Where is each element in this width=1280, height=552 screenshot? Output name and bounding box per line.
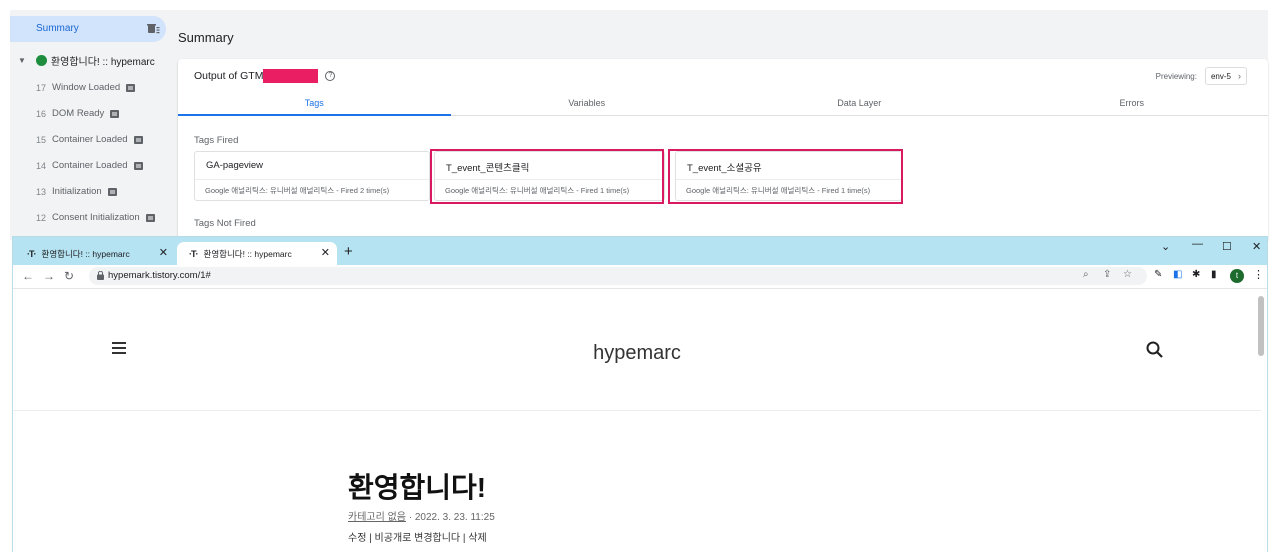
sidebar-item-number: 14 [36,160,47,171]
sidebar-item-label: Container Loaded [52,134,128,145]
browser-tab-title: 환영합니다! :: hypemarc [41,248,130,259]
sidebar-item-label: DOM Ready [52,108,105,119]
post-category-link[interactable]: 카테고리 없음 [348,512,406,523]
sidebar-item-window-loaded[interactable]: 17 Window Loaded [36,82,136,93]
output-header: Output of GTM ? [194,69,336,83]
page-content: hypemarc 환영합니다! 카테고리 없음 · 2022. 3. 23. 1… [13,290,1267,552]
browser-titlebar: ·T· 환영합니다! :: hypemarc ✕ ·T· 환영합니다! :: h… [13,237,1267,265]
gtm-sidebar: Summary ▼ 환영합니다! :: hypemarc 17 Window L… [10,10,170,240]
sidebar-item-number: 13 [36,186,47,197]
post-date: · 2022. 3. 23. 11:25 [408,512,495,523]
tag-assistant-icon[interactable]: ◧ [1173,269,1182,280]
share-icon[interactable]: ⇪ [1103,269,1111,280]
maximize-icon[interactable]: ☐ [1222,240,1232,253]
minimize-icon[interactable]: — [1192,238,1203,250]
sidebar-item-container-loaded[interactable]: 15 Container Loaded [36,134,143,145]
caret-down-icon[interactable]: ▼ [18,56,26,65]
clear-list-icon[interactable] [146,22,160,36]
screen: Summary ▼ 환영합니다! :: hypemarc 17 Window L… [0,0,1280,552]
tab-variables[interactable]: Variables [451,92,724,115]
previewing-environment: Previewing: env-5 › [1156,67,1247,85]
sidebar-item-number: 12 [36,212,47,223]
close-window-icon[interactable]: ✕ [1252,240,1261,253]
close-tab-icon[interactable]: ✕ [321,246,330,259]
forward-icon[interactable]: → [43,269,55,283]
highlight-box [668,149,903,204]
tistory-favicon-icon: ·T· [27,248,36,259]
tab-errors[interactable]: Errors [996,92,1269,115]
tag-name: GA-pageview [206,160,264,171]
extension-icon[interactable]: ✎ [1154,269,1162,280]
url-text: hypemark.tistory.com/1# [108,270,211,281]
tags-not-fired-heading: Tags Not Fired [194,218,256,229]
output-card: Output of GTM ? Previewing: env-5 › Tags… [178,59,1268,240]
sidebar-item-number: 15 [36,134,47,145]
sidebar-item-number: 17 [36,82,47,93]
event-badge-icon [133,161,143,170]
tag-card-ga-pageview[interactable]: GA-pageview Google 애널리틱스: 유니버설 애널리틱스 - F… [194,151,430,201]
tag-description: Google 애널리틱스: 유니버설 애널리틱스 - Fired 2 time(… [195,179,429,196]
event-badge-icon [126,83,136,92]
tab-tags[interactable]: Tags [178,92,451,116]
redacted-container-id [263,69,319,83]
browser-window: ·T· 환영합니다! :: hypemarc ✕ ·T· 환영합니다! :: h… [12,236,1268,552]
browser-tab[interactable]: ·T· 환영합니다! :: hypemarc ✕ [15,242,175,265]
search-icon[interactable] [1145,340,1165,360]
tistory-favicon-icon: ·T· [189,248,198,259]
sidebar-item-number: 16 [36,108,47,119]
gtm-main-panel: Summary Output of GTM ? Previewing: env-… [170,10,1268,240]
post-actions[interactable]: 수정 | 비공개로 변경합니다 | 삭제 [348,529,487,544]
output-label: Output of GTM [194,70,264,82]
output-tabs: Tags Variables Data Layer Errors [178,92,1268,116]
sidebar-item-label: Initialization [52,186,102,197]
back-icon[interactable]: ← [22,269,34,283]
sidebar-item-label: Container Loaded [52,160,128,171]
sidebar-item-summary[interactable]: Summary [10,16,166,42]
environment-label: env-5 [1210,71,1231,81]
sidebar-item-container-loaded[interactable]: 14 Container Loaded [36,160,143,171]
reload-icon[interactable]: ↻ [64,269,74,283]
sidebar-item-initialization[interactable]: 13 Initialization [36,186,117,197]
zoom-icon[interactable]: ⌕ [1083,269,1089,280]
tab-search-icon[interactable]: ⌄ [1161,240,1170,253]
environment-button[interactable]: env-5 › [1204,67,1247,85]
sidebar-event-page[interactable]: ▼ 환영합니다! :: hypemarc [18,53,155,68]
highlight-box [430,149,664,204]
previewing-label: Previewing: [1155,71,1197,81]
chevron-right-icon: › [1238,71,1241,81]
address-bar[interactable]: hypemark.tistory.com/1# ⌕ ⇪ ☆ [89,267,1147,285]
event-badge-icon [107,187,117,196]
status-dot-icon [35,55,47,66]
new-tab-icon[interactable]: + [344,243,353,260]
event-badge-icon [110,109,120,118]
tags-fired-heading: Tags Fired [194,135,239,146]
sidebar-item-consent-initialization[interactable]: 12 Consent Initialization [36,212,155,223]
tab-data-layer[interactable]: Data Layer [723,92,996,115]
post-title: 환영합니다! [348,472,487,503]
more-menu-icon[interactable]: ⋮ [1253,268,1264,281]
page-title: Summary [178,30,234,45]
header-divider [13,410,1261,411]
browser-tab-active[interactable]: ·T· 환영합니다! :: hypemarc ✕ [177,242,337,265]
gtm-tag-assistant: Summary ▼ 환영합니다! :: hypemarc 17 Window L… [0,0,1280,240]
profile-avatar[interactable]: t [1230,269,1244,283]
browser-tab-title: 환영합니다! :: hypemarc [203,248,292,259]
browser-toolbar: ← → ↻ hypemark.tistory.com/1# ⌕ ⇪ ☆ ✎ ◧ … [13,265,1267,289]
extensions-puzzle-icon[interactable]: ✱ [1192,269,1200,280]
event-badge-icon [145,213,155,222]
help-icon[interactable]: ? [325,71,336,81]
lock-icon[interactable] [97,271,104,280]
sidebar-item-label: Window Loaded [52,82,121,93]
close-tab-icon[interactable]: ✕ [159,246,168,259]
post-meta: 카테고리 없음 · 2022. 3. 23. 11:25 [348,508,495,523]
sidebar-item-label: Consent Initialization [52,212,140,223]
blog-title[interactable]: hypemarc [13,342,1261,365]
side-panel-icon[interactable]: ▮ [1211,269,1217,280]
sidebar-summary-label: Summary [36,23,79,34]
event-badge-icon [133,135,143,144]
bookmark-star-icon[interactable]: ☆ [1123,269,1132,280]
sidebar-event-label: 환영합니다! :: hypemarc [50,57,155,68]
sidebar-item-dom-ready[interactable]: 16 DOM Ready [36,108,120,119]
